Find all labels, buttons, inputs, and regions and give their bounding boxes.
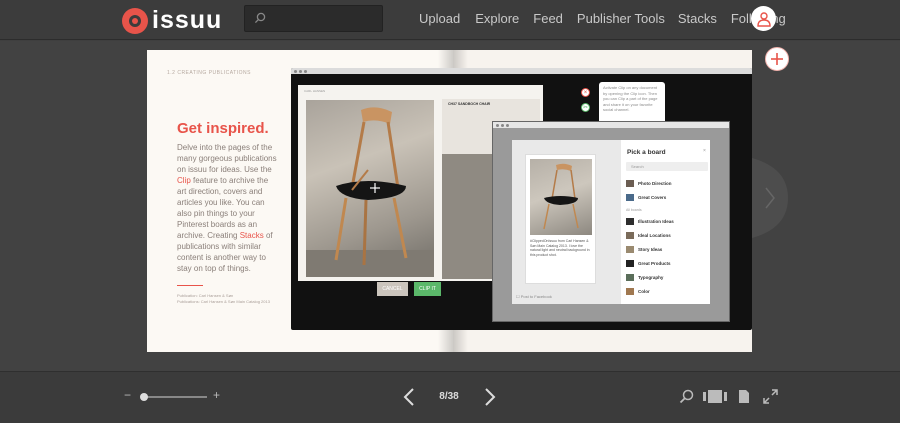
board-item: Typography [626,274,663,281]
page-headline: Get inspired. [177,120,269,137]
pin-card: #ClippedOnIssuu from Carl Hansen & Søn M… [525,154,596,284]
top-bar: issuu Upload Explore Feed Publisher Tool… [0,0,900,40]
board-section-label: All boards [626,208,642,212]
search-icon [254,12,266,24]
previous-page-icon[interactable] [402,387,416,407]
issuu-logo-icon [122,7,148,34]
board-item: Color [626,288,650,295]
chair-photo [306,100,434,277]
zoom-slider-knob[interactable] [140,393,148,401]
search-input[interactable] [244,5,383,32]
section-label: 1.2 CREATING PUBLICATIONS [167,70,251,76]
close-clip-icon: × [581,88,590,97]
board-item: Story Ideas [626,246,662,253]
clip-icon: ✂ [581,103,590,112]
page-body-text: Delve into the pages of the many gorgeou… [177,143,277,273]
browser-chrome [493,122,729,128]
main-nav: Upload Explore Feed Publisher Tools Stac… [419,11,786,26]
single-page-icon[interactable] [738,389,750,404]
user-icon [756,11,771,27]
board-item: Ideal Locations [626,232,671,239]
clip-it-button: CLIP IT [414,282,441,296]
nav-publisher-tools[interactable]: Publisher Tools [577,11,665,26]
chair-thumbnail-icon [543,163,579,230]
thumbnails-icon[interactable] [703,389,727,404]
board-item: Great Covers [626,194,666,201]
board-item: Great Products [626,260,671,267]
nav-explore[interactable]: Explore [475,11,519,26]
issuu-logo[interactable]: issuu [122,6,222,35]
divider [177,285,203,286]
cancel-button: CANCEL [377,282,408,296]
nav-feed[interactable]: Feed [533,11,563,26]
avatar[interactable] [751,6,776,31]
reader-stage: 1.2 CREATING PUBLICATIONS Get inspired. … [0,41,900,380]
board-item: Illustration Ideas [626,218,674,225]
page-counter: 8/38 [439,391,459,402]
pinterest-browser: #ClippedOnIssuu from Carl Hansen & Søn M… [492,121,730,322]
magazine-title: CARL HANSEN [304,89,326,93]
pin-description: #ClippedOnIssuu from Carl Hansen & Søn M… [530,239,590,257]
viewer-toolbar: − + 8/38 [0,371,900,423]
page-credits: Publication: Carl Hansen & Søn Publicati… [177,293,270,304]
chair-icon [334,107,408,266]
magazine-side-title: CH37 SANDBOCH CHAIR [448,102,491,106]
board-item: Photo Direction [626,180,672,187]
fullscreen-icon[interactable] [763,389,778,404]
post-to-facebook: ☐ Post to Facebook [516,294,552,299]
pick-a-board-dialog: #ClippedOnIssuu from Carl Hansen & Søn M… [512,140,710,304]
zoom-in-button[interactable]: + [213,388,220,402]
zoom-out-button[interactable]: − [124,388,131,402]
dialog-title: Pick a board [627,149,666,156]
logo-text: issuu [152,6,223,34]
close-icon: × [703,148,706,154]
nav-upload[interactable]: Upload [419,11,460,26]
nav-stacks[interactable]: Stacks [678,11,717,26]
next-page-icon[interactable] [483,387,497,407]
board-picker: Pick a board × Search Photo Direction Gr… [621,140,710,304]
window-chrome [291,68,752,74]
search-icon[interactable] [679,389,694,404]
board-search: Search [626,162,708,171]
zoom-slider[interactable] [142,396,207,398]
pin-photo [530,159,592,235]
pin-preview: #ClippedOnIssuu from Carl Hansen & Søn M… [512,140,621,304]
add-to-stack-button[interactable] [765,47,789,71]
plus-icon [771,53,783,65]
next-page-arrow-icon[interactable] [752,158,788,238]
screenshot-illustration: CARL HANSEN CH37 SANDBOCH CHAIR CANCEL C… [291,68,752,330]
